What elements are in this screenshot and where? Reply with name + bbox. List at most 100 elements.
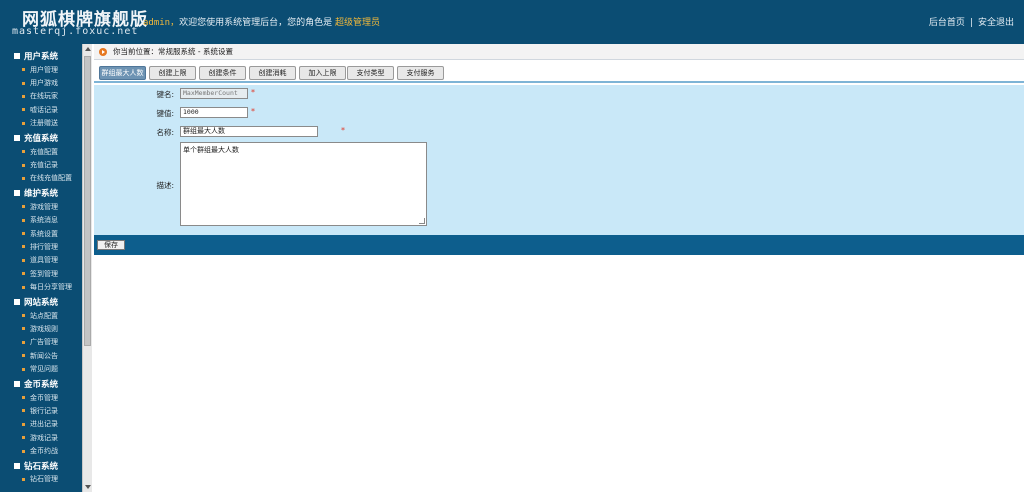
description-textarea[interactable]: 单个群组最大人数 [180, 142, 427, 226]
value-required-mark: * [251, 107, 255, 116]
tab-join-limit[interactable]: 加入上限 [299, 66, 346, 80]
logout-link[interactable]: 安全退出 [978, 18, 1014, 28]
bullet-icon [22, 232, 25, 236]
name-label: 名称: [156, 128, 174, 137]
description-text: 单个群组最大人数 [183, 146, 239, 154]
sidebar-group-label: 维护系统 [24, 189, 59, 200]
sidebar-item-label: 游戏管理 [30, 202, 58, 211]
bullet-icon [22, 396, 25, 399]
sidebar-item-label: 银行记录 [30, 406, 58, 415]
sidebar-group-gold-system[interactable]: 金币系统 [0, 377, 84, 391]
sidebar-group-label: 金币系统 [24, 379, 59, 390]
value-label: 键值: [156, 109, 174, 118]
bullet-icon [22, 121, 25, 125]
sidebar-item[interactable]: 排行管理 [0, 240, 84, 253]
sidebar-item[interactable]: 充值记录 [0, 158, 84, 171]
bullet-icon [22, 436, 25, 440]
bullet-icon [22, 272, 25, 276]
sidebar-group-user-system[interactable]: 用户系统 [0, 49, 84, 63]
sidebar-item-label: 嘘话记录 [30, 105, 58, 114]
sidebar-item[interactable]: 银行记录 [0, 404, 84, 417]
sidebar-item[interactable]: 进出记录 [0, 418, 84, 431]
settings-form: 键名: MaxMemberCount * 键值: 1000 * 名称: 群组最大… [94, 85, 1024, 235]
sidebar-item-label: 用户管理 [30, 65, 58, 74]
square-bullet-icon [14, 380, 20, 387]
admin-home-link[interactable]: 后台首页 [929, 18, 965, 28]
sidebar-group-label: 充值系统 [24, 133, 59, 144]
key-label: 键名: [156, 90, 174, 99]
tab-max-group-members[interactable]: 群组最大人数 [99, 66, 146, 80]
name-input[interactable]: 群组最大人数 [180, 126, 318, 137]
sidebar-group-recharge-system[interactable]: 充值系统 [0, 131, 84, 145]
action-bar: 保存 [94, 235, 1024, 255]
square-bullet-icon [14, 298, 20, 305]
sidebar-item[interactable]: 在线玩家 [0, 90, 84, 103]
sidebar-item[interactable]: 金币约战 [0, 444, 84, 457]
bullet-icon [22, 422, 25, 426]
bullet-icon [22, 108, 25, 112]
sidebar-item[interactable]: 新闻公告 [0, 349, 84, 362]
welcome-message: admin，欢迎您使用系统管理后台，您的角色是 超级管理员 [143, 15, 380, 28]
sidebar-group-maintenance-system[interactable]: 维护系统 [0, 186, 84, 200]
sidebar-item[interactable]: 签到管理 [0, 267, 84, 280]
sidebar-item[interactable]: 注册赠送 [0, 117, 84, 130]
welcome-text: 欢迎您使用系统管理后台，您的角色是 [179, 18, 333, 28]
key-input[interactable]: MaxMemberCount [180, 88, 248, 99]
key-required-mark: * [251, 88, 255, 97]
bullet-icon [22, 218, 25, 222]
sidebar-item[interactable]: 嘘话记录 [0, 103, 84, 116]
sidebar-item[interactable]: 用户管理 [0, 63, 84, 76]
tab-payment-service[interactable]: 支付服务 [397, 66, 444, 80]
sidebar-item-label: 注册赠送 [30, 119, 58, 128]
sidebar-item-label: 每日分享管理 [30, 283, 72, 292]
sidebar-item[interactable]: 常见问题 [0, 362, 84, 375]
main-content: 你当前位置：常规服系统 - 系统设置 群组最大人数 创建上限 创建条件 创建消耗… [94, 44, 1024, 492]
sidebar-group-label: 钻石系统 [24, 461, 59, 472]
sidebar-item-label: 用户游戏 [30, 79, 58, 88]
bullet-icon [22, 176, 25, 180]
sidebar-item[interactable]: 游戏记录 [0, 431, 84, 444]
sidebar-scrollbar[interactable] [82, 44, 92, 492]
sidebar-item[interactable]: 游戏规则 [0, 322, 84, 335]
name-required-mark: * [341, 126, 345, 135]
sidebar-item-label: 道具管理 [30, 256, 58, 265]
bullet-icon [22, 409, 25, 413]
sidebar-item[interactable]: 金币管理 [0, 391, 84, 404]
tab-payment-type[interactable]: 支付类型 [347, 66, 394, 80]
tab-create-condition[interactable]: 创建条件 [199, 66, 246, 80]
tab-create-limit[interactable]: 创建上限 [149, 66, 196, 80]
sidebar-item[interactable]: 在线充值配置 [0, 172, 84, 185]
sidebar-item[interactable]: 每日分享管理 [0, 280, 84, 293]
sidebar-item[interactable]: 钻石管理 [0, 473, 84, 486]
sidebar-item[interactable]: 系统设置 [0, 227, 84, 240]
scrollbar-thumb[interactable] [84, 56, 91, 346]
bullet-icon [22, 340, 25, 344]
save-button[interactable]: 保存 [97, 240, 125, 250]
sidebar-item-label: 钻石管理 [30, 475, 58, 484]
sidebar-item-label: 进出记录 [30, 420, 58, 429]
sidebar-item[interactable]: 站点配置 [0, 309, 84, 322]
sidebar-item[interactable]: 系统消息 [0, 214, 84, 227]
tab-create-cost[interactable]: 创建消耗 [249, 66, 296, 80]
sidebar-item[interactable]: 广告管理 [0, 336, 84, 349]
sidebar-group-website-system[interactable]: 网站系统 [0, 295, 84, 309]
sidebar-item[interactable]: 用户游戏 [0, 76, 84, 89]
settings-tabs: 群组最大人数 创建上限 创建条件 创建消耗 加入上限 支付类型 支付服务 [94, 63, 1024, 83]
scroll-down-arrow-icon[interactable] [85, 485, 91, 489]
sidebar-item[interactable]: 道具管理 [0, 254, 84, 267]
top-links: 后台首页 | 安全退出 [929, 15, 1014, 28]
breadcrumb-text: 你当前位置：常规服系统 - 系统设置 [113, 47, 233, 56]
bullet-icon [22, 477, 25, 481]
sidebar-item[interactable]: 游戏管理 [0, 200, 84, 213]
sidebar-item[interactable]: 充值配置 [0, 145, 84, 158]
bullet-icon [22, 163, 25, 167]
sidebar-item-label: 充值记录 [30, 161, 58, 170]
scroll-up-arrow-icon[interactable] [85, 47, 91, 51]
bullet-icon [22, 94, 25, 98]
sidebar-group-diamond-system[interactable]: 钻石系统 [0, 459, 84, 473]
value-input[interactable]: 1000 [180, 107, 248, 118]
sidebar: 用户系统用户管理用户游戏在线玩家嘘话记录注册赠送充值系统 充值配置充值记录在线充值… [0, 44, 84, 492]
resize-grip-icon[interactable] [419, 218, 425, 224]
logo-subtitle: masterqj.foxuc.net [12, 26, 139, 37]
square-bullet-icon [14, 53, 20, 59]
